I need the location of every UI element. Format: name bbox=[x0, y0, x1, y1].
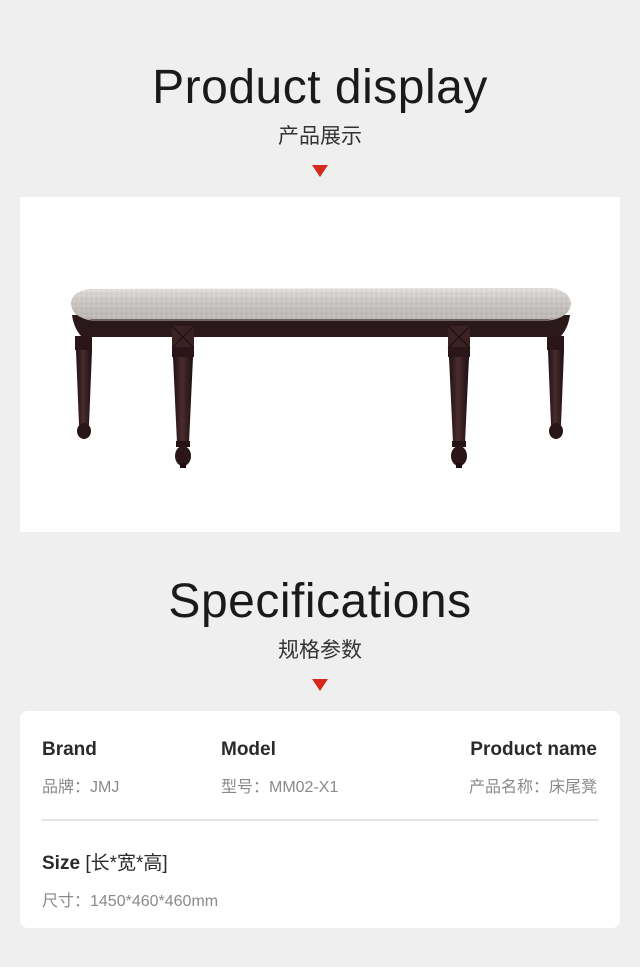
section-subtitle: 规格参数 bbox=[278, 639, 362, 662]
spec-value: 品牌：JMJ bbox=[42, 779, 120, 796]
bed-end-bench-image bbox=[71, 288, 571, 468]
section-subtitle: 产品展示 bbox=[278, 125, 362, 148]
section-title: Specifications bbox=[168, 575, 472, 628]
spec-product-name: Product name 产品名称：床尾凳 bbox=[469, 739, 597, 797]
spec-size: Size [长*宽*高] 尺寸：1450*460*460mm bbox=[42, 848, 218, 911]
product-display-header: Product display 产品展示 bbox=[0, 64, 640, 177]
spec-label: Size [长*宽*高] bbox=[42, 848, 218, 875]
down-triangle-icon bbox=[312, 165, 328, 177]
spec-model: Model 型号：MM02-X1 bbox=[221, 739, 338, 797]
spec-value: 型号：MM02-X1 bbox=[221, 779, 339, 796]
front-leg-right bbox=[448, 347, 470, 468]
spec-label: Product name bbox=[470, 739, 597, 760]
spec-label-en: Size bbox=[42, 853, 81, 874]
section-title: Product display bbox=[152, 61, 488, 114]
spec-label-cn: [长*宽*高] bbox=[85, 853, 168, 874]
down-triangle-icon bbox=[312, 679, 328, 691]
back-leg-right bbox=[547, 336, 564, 439]
specifications-card: Brand 品牌：JMJ Model 型号：MM02-X1 Product na… bbox=[20, 711, 620, 928]
back-leg-left bbox=[75, 336, 92, 439]
specifications-header: Specifications 规格参数 bbox=[0, 578, 640, 691]
spec-label: Model bbox=[221, 739, 276, 760]
spec-divider bbox=[42, 819, 598, 821]
spec-value: 产品名称：床尾凳 bbox=[468, 779, 597, 796]
front-leg-left bbox=[172, 347, 194, 468]
product-photo-panel bbox=[20, 197, 620, 532]
spec-brand: Brand 品牌：JMJ bbox=[42, 739, 119, 797]
spec-value: 尺寸：1450*460*460mm bbox=[42, 893, 219, 910]
spec-label: Brand bbox=[42, 739, 97, 760]
